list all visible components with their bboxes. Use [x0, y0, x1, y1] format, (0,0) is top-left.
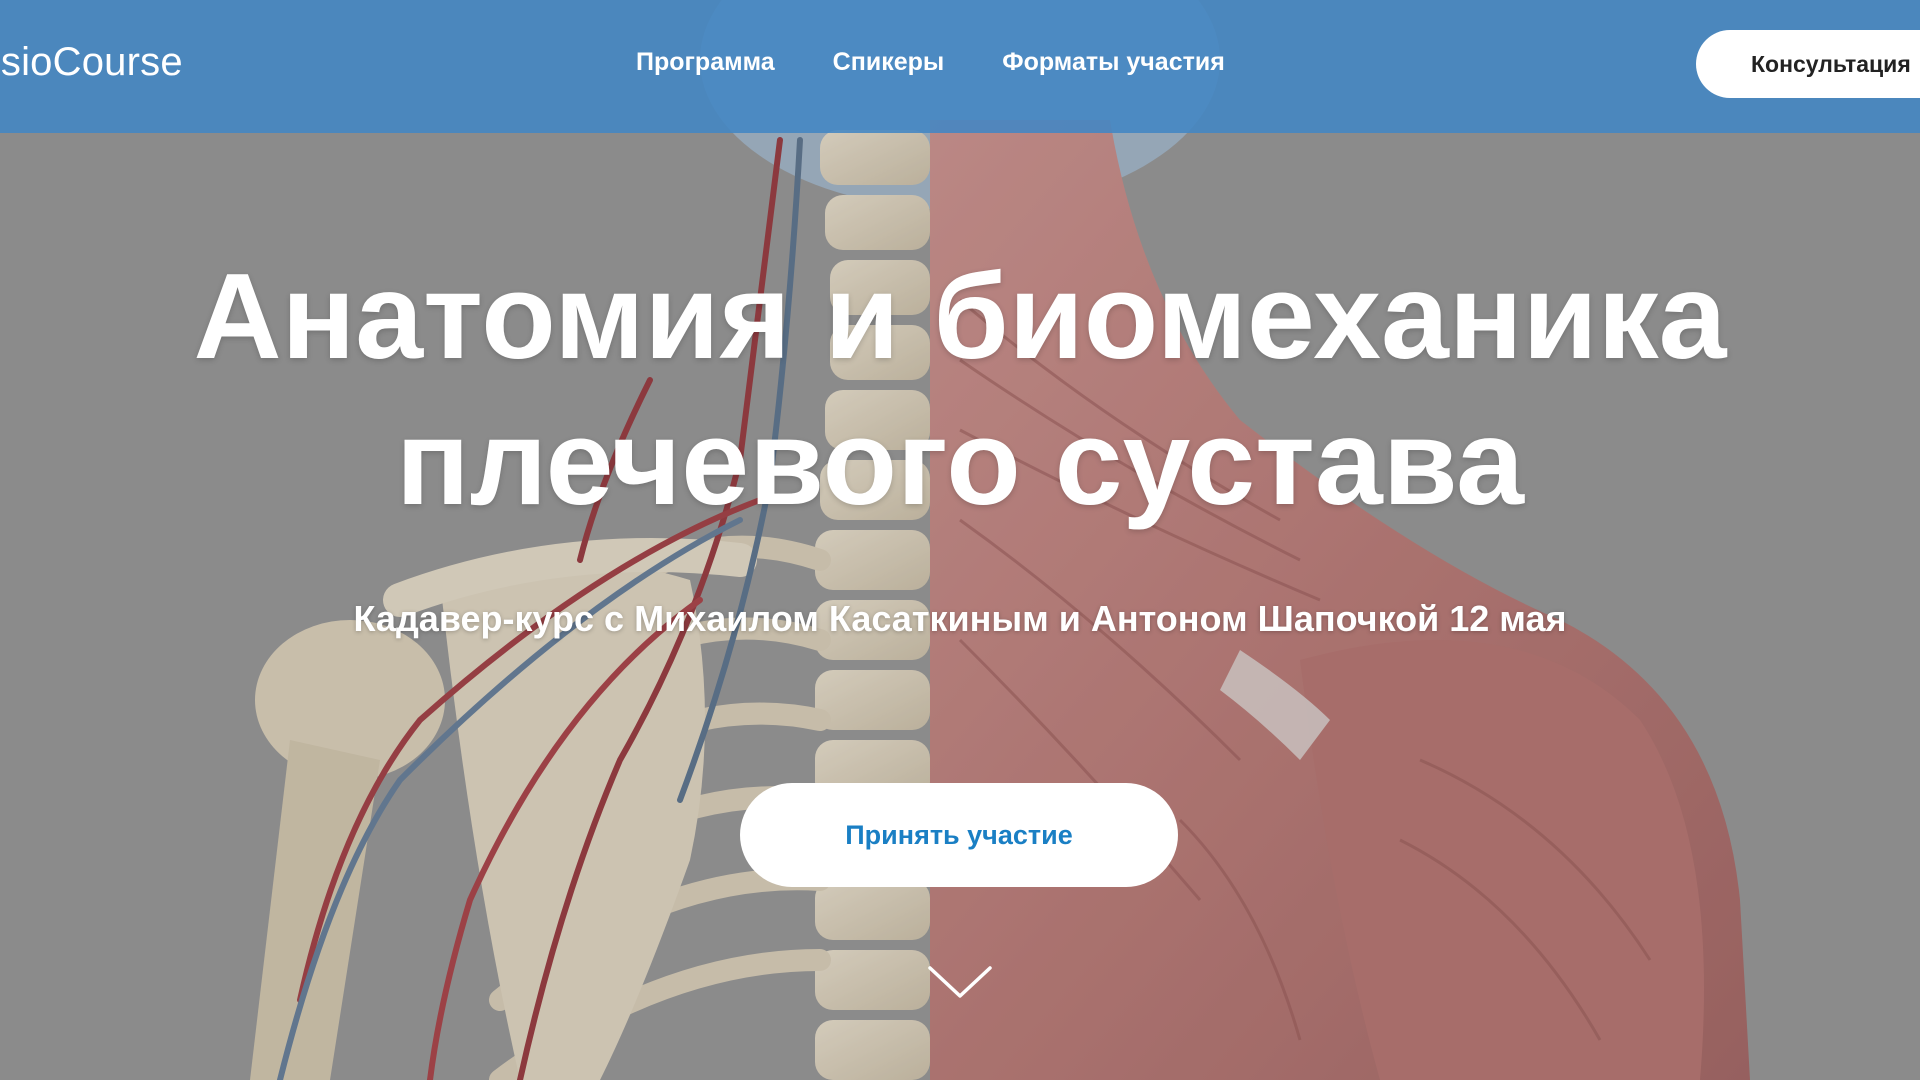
chevron-down-icon[interactable]	[926, 962, 994, 1002]
top-header: nesioCourse Программа Спикеры Форматы уч…	[0, 0, 1920, 133]
hero-title: Анатомия и биомеханика плечевого сустава	[0, 243, 1920, 535]
anatomy-hero-image	[0, 0, 1920, 1080]
hero-title-line-2: плечевого сустава	[396, 394, 1524, 530]
nav-item-formats[interactable]: Форматы участия	[1002, 48, 1225, 77]
hero-title-line-1: Анатомия и биомеханика	[193, 248, 1727, 384]
landing-page: nesioCourse Программа Спикеры Форматы уч…	[0, 0, 1920, 1080]
consultation-button[interactable]: Консультация	[1696, 30, 1920, 98]
site-logo[interactable]: nesioCourse	[0, 40, 183, 85]
hero-subtitle: Кадавер-курс с Михаилом Касаткиным и Ант…	[353, 598, 1567, 639]
nav-item-speakers[interactable]: Спикеры	[833, 48, 945, 77]
nav-item-program[interactable]: Программа	[636, 48, 775, 77]
participate-button[interactable]: Принять участие	[740, 783, 1178, 887]
main-nav: Программа Спикеры Форматы участия	[636, 48, 1225, 77]
